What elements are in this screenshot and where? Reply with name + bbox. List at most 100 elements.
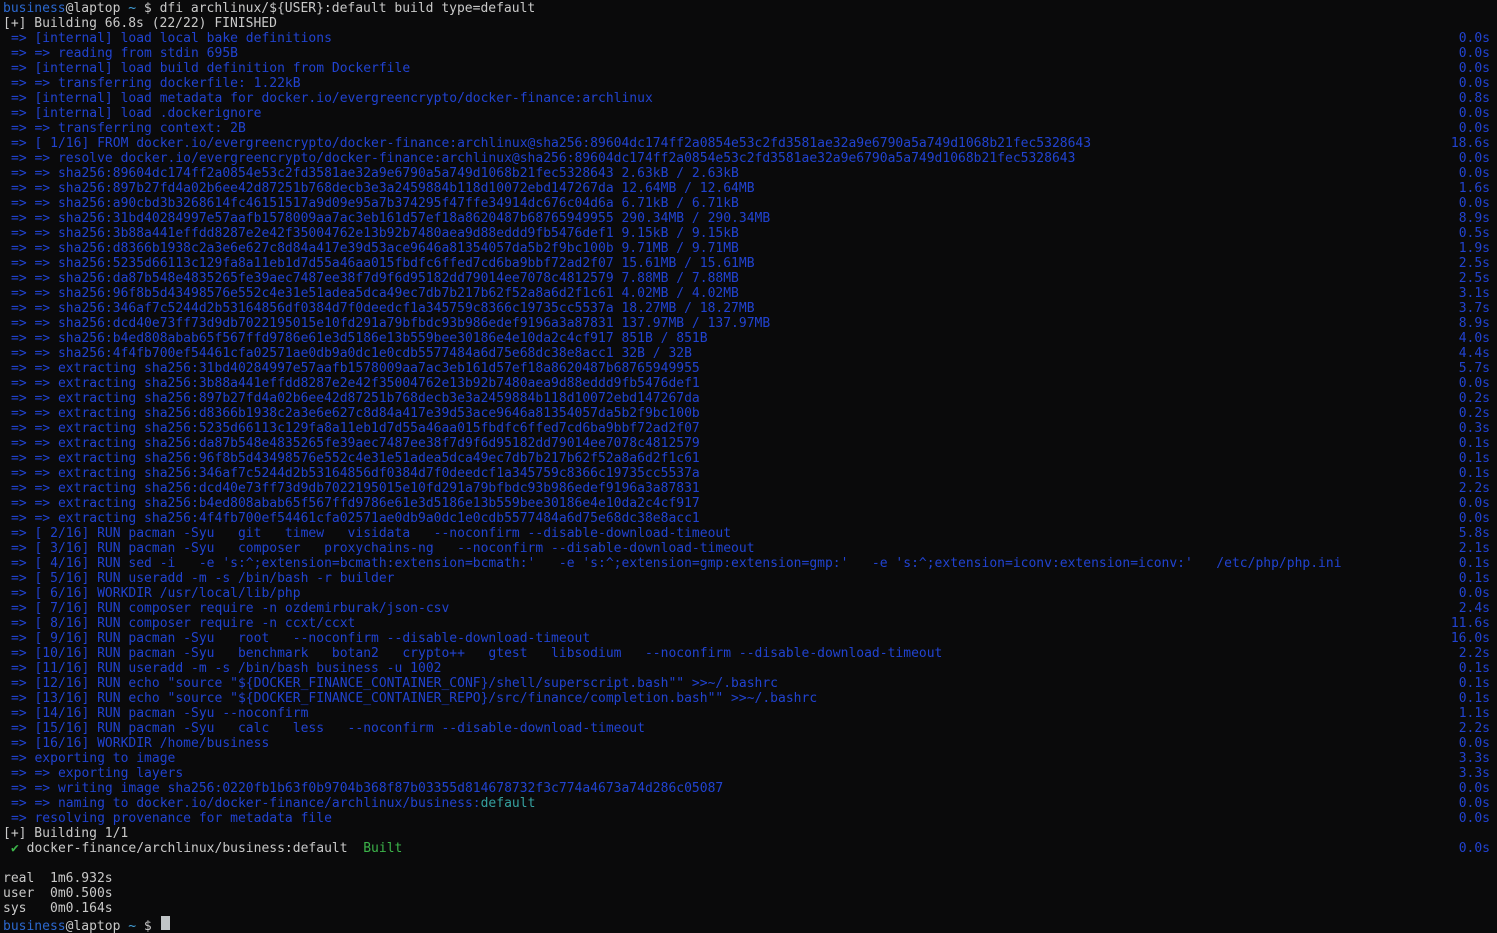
build-log-time: 0.1s bbox=[1459, 466, 1490, 481]
build-log-time: 0.2s bbox=[1459, 406, 1490, 421]
build-log-time: 4.4s bbox=[1459, 346, 1490, 361]
build-log-time: 0.0s bbox=[1459, 841, 1490, 856]
build-log-line: => [internal] load metadata for docker.i… bbox=[3, 91, 1490, 106]
build-log-line: => => resolve docker.io/evergreencrypto/… bbox=[3, 151, 1490, 166]
build-log-time: 0.0s bbox=[1459, 61, 1490, 76]
build-log-text: => [ 2/16] RUN pacman -Syu git timew vis… bbox=[11, 526, 731, 541]
build-log-time: 0.1s bbox=[1459, 676, 1490, 691]
build-log-line: => [ 6/16] WORKDIR /usr/local/lib/php0.0… bbox=[3, 586, 1490, 601]
build-log-line: => [14/16] RUN pacman -Syu --noconfirm1.… bbox=[3, 706, 1490, 721]
build-log-line: => [ 7/16] RUN composer require -n ozdem… bbox=[3, 601, 1490, 616]
build-log-text: => => extracting sha256:3b88a441effdd828… bbox=[11, 376, 700, 391]
build-log-time: 0.0s bbox=[1459, 376, 1490, 391]
build-log-text: => => writing image sha256:0220fb1b63f0b… bbox=[11, 781, 723, 796]
build-log-time: 0.0s bbox=[1459, 31, 1490, 46]
build-log-line: => [internal] load .dockerignore0.0s bbox=[3, 106, 1490, 121]
build-log-line: => => transferring context: 2B0.0s bbox=[3, 121, 1490, 136]
build-log-text: => [ 9/16] RUN pacman -Syu root --noconf… bbox=[11, 631, 590, 646]
prompt-cwd: ~ bbox=[128, 1, 136, 16]
prompt-username: business bbox=[3, 919, 66, 933]
build-log-text: => [14/16] RUN pacman -Syu --noconfirm bbox=[11, 706, 308, 721]
build-log-line: => => extracting sha256:d8366b1938c2a3e6… bbox=[3, 406, 1490, 421]
build-log-time: 16.0s bbox=[1451, 631, 1490, 646]
build-log-time: 5.7s bbox=[1459, 361, 1490, 376]
build-log-text: => => transferring context: 2B bbox=[11, 121, 246, 136]
build-log-line: => [ 1/16] FROM docker.io/evergreencrypt… bbox=[3, 136, 1490, 151]
build-log-line: => => exporting layers3.3s bbox=[3, 766, 1490, 781]
build-log-text: => => extracting sha256:31bd40284997e57a… bbox=[11, 361, 700, 376]
terminal-window[interactable]: business@laptop ~ $ dfi archlinux/${USER… bbox=[0, 0, 1497, 933]
build-log-text: => => sha256:3b88a441effdd8287e2e42f3500… bbox=[11, 226, 739, 241]
build-log: => [internal] load local bake definition… bbox=[3, 31, 1490, 826]
build-log-line: => [10/16] RUN pacman -Syu benchmark bot… bbox=[3, 646, 1490, 661]
build-log-time: 0.2s bbox=[1459, 391, 1490, 406]
build-log-line: => => sha256:346af7c5244d2b53164856df038… bbox=[3, 301, 1490, 316]
build-log-line: => => sha256:5235d66113c129fa8a11eb1d7d5… bbox=[3, 256, 1490, 271]
build-log-text: => => reading from stdin 695B bbox=[11, 46, 238, 61]
build-log-line: => [ 4/16] RUN sed -i -e 's:^;extension=… bbox=[3, 556, 1490, 571]
build-log-text: => => sha256:b4ed808abab65f567ffd9786e61… bbox=[11, 331, 708, 346]
build-log-line: => => extracting sha256:897b27fd4a02b6ee… bbox=[3, 391, 1490, 406]
build-log-line: => => writing image sha256:0220fb1b63f0b… bbox=[3, 781, 1490, 796]
build-log-text: => [internal] load build definition from… bbox=[11, 61, 410, 76]
build-status-header: [+] Building 66.8s (22/22) FINISHED bbox=[3, 16, 1490, 31]
build-log-time: 0.0s bbox=[1459, 496, 1490, 511]
build-log-time: 2.5s bbox=[1459, 271, 1490, 286]
build-log-time: 0.0s bbox=[1459, 796, 1490, 811]
built-image-name: docker-finance/archlinux/business:defaul… bbox=[27, 841, 348, 856]
build-log-time: 2.1s bbox=[1459, 541, 1490, 556]
build-log-time: 3.7s bbox=[1459, 301, 1490, 316]
build-log-text: => [ 6/16] WORKDIR /usr/local/lib/php bbox=[11, 586, 301, 601]
build-log-line: => => extracting sha256:31bd40284997e57a… bbox=[3, 361, 1490, 376]
build-log-text: => => extracting sha256:d8366b1938c2a3e6… bbox=[11, 406, 700, 421]
build-log-line: => [ 2/16] RUN pacman -Syu git timew vis… bbox=[3, 526, 1490, 541]
build-log-time: 0.0s bbox=[1459, 76, 1490, 91]
build-log-line: => => sha256:da87b548e4835265fe39aec7487… bbox=[3, 271, 1490, 286]
build-log-text: => [ 7/16] RUN composer require -n ozdem… bbox=[11, 601, 449, 616]
build-log-line: => => extracting sha256:96f8b5d43498576e… bbox=[3, 451, 1490, 466]
build-log-time: 8.9s bbox=[1459, 316, 1490, 331]
build-log-time: 3.1s bbox=[1459, 286, 1490, 301]
build-log-text: => => extracting sha256:5235d66113c129fa… bbox=[11, 421, 700, 436]
build-log-text-highlight: default bbox=[481, 796, 536, 811]
prompt-cwd: ~ bbox=[128, 919, 136, 933]
build-log-text: => exporting to image bbox=[11, 751, 175, 766]
build-log-text: => [ 8/16] RUN composer require -n ccxt/… bbox=[11, 616, 355, 631]
terminal-cursor bbox=[161, 916, 170, 930]
build-log-text: => => sha256:dcd40e73ff73d9db7022195015e… bbox=[11, 316, 770, 331]
build-log-time: 2.5s bbox=[1459, 256, 1490, 271]
build-log-line: => [13/16] RUN echo "source "${DOCKER_FI… bbox=[3, 691, 1490, 706]
build-log-time: 1.9s bbox=[1459, 241, 1490, 256]
time-summary-row: sys0m0.164s bbox=[3, 901, 1490, 916]
build-log-time: 2.2s bbox=[1459, 646, 1490, 661]
build-log-text: => => extracting sha256:dcd40e73ff73d9db… bbox=[11, 481, 700, 496]
build-log-time: 0.5s bbox=[1459, 226, 1490, 241]
build-log-time: 0.0s bbox=[1459, 511, 1490, 526]
build-log-time: 0.0s bbox=[1459, 811, 1490, 826]
build-log-line: => => extracting sha256:4f4fb700ef54461c… bbox=[3, 511, 1490, 526]
build-log-line: => => extracting sha256:da87b548e4835265… bbox=[3, 436, 1490, 451]
time-summary-row: real1m6.932s bbox=[3, 871, 1490, 886]
prompt-line-bottom: business@laptop ~ $ bbox=[3, 916, 1490, 931]
build-log-time: 0.0s bbox=[1459, 166, 1490, 181]
build-log-text: => [internal] load .dockerignore bbox=[11, 106, 261, 121]
build-log-line: => => sha256:d8366b1938c2a3e6e627c8d84a4… bbox=[3, 241, 1490, 256]
time-summary: real1m6.932suser0m0.500ssys0m0.164s bbox=[3, 871, 1490, 916]
build-log-text: => => sha256:4f4fb700ef54461cfa02571ae0d… bbox=[11, 346, 692, 361]
build-log-time: 4.0s bbox=[1459, 331, 1490, 346]
build-log-text: => => transferring dockerfile: 1.22kB bbox=[11, 76, 301, 91]
build-log-line: => => extracting sha256:5235d66113c129fa… bbox=[3, 421, 1490, 436]
time-summary-value: 0m0.164s bbox=[50, 901, 113, 916]
build-log-line: => => sha256:96f8b5d43498576e552c4e31e51… bbox=[3, 286, 1490, 301]
build-log-time: 3.3s bbox=[1459, 766, 1490, 781]
build-log-text: => => sha256:d8366b1938c2a3e6e627c8d84a4… bbox=[11, 241, 739, 256]
build-log-line: => [internal] load build definition from… bbox=[3, 61, 1490, 76]
build-log-time: 2.2s bbox=[1459, 721, 1490, 736]
build-log-line: => => sha256:b4ed808abab65f567ffd9786e61… bbox=[3, 331, 1490, 346]
build-log-line: => [ 3/16] RUN pacman -Syu composer prox… bbox=[3, 541, 1490, 556]
build-log-time: 18.6s bbox=[1451, 136, 1490, 151]
build-log-time: 0.0s bbox=[1459, 736, 1490, 751]
build-log-line: => [ 8/16] RUN composer require -n ccxt/… bbox=[3, 616, 1490, 631]
time-summary-label: real bbox=[3, 871, 50, 886]
build-status-footer: [+] Building 1/1 bbox=[3, 826, 1490, 841]
